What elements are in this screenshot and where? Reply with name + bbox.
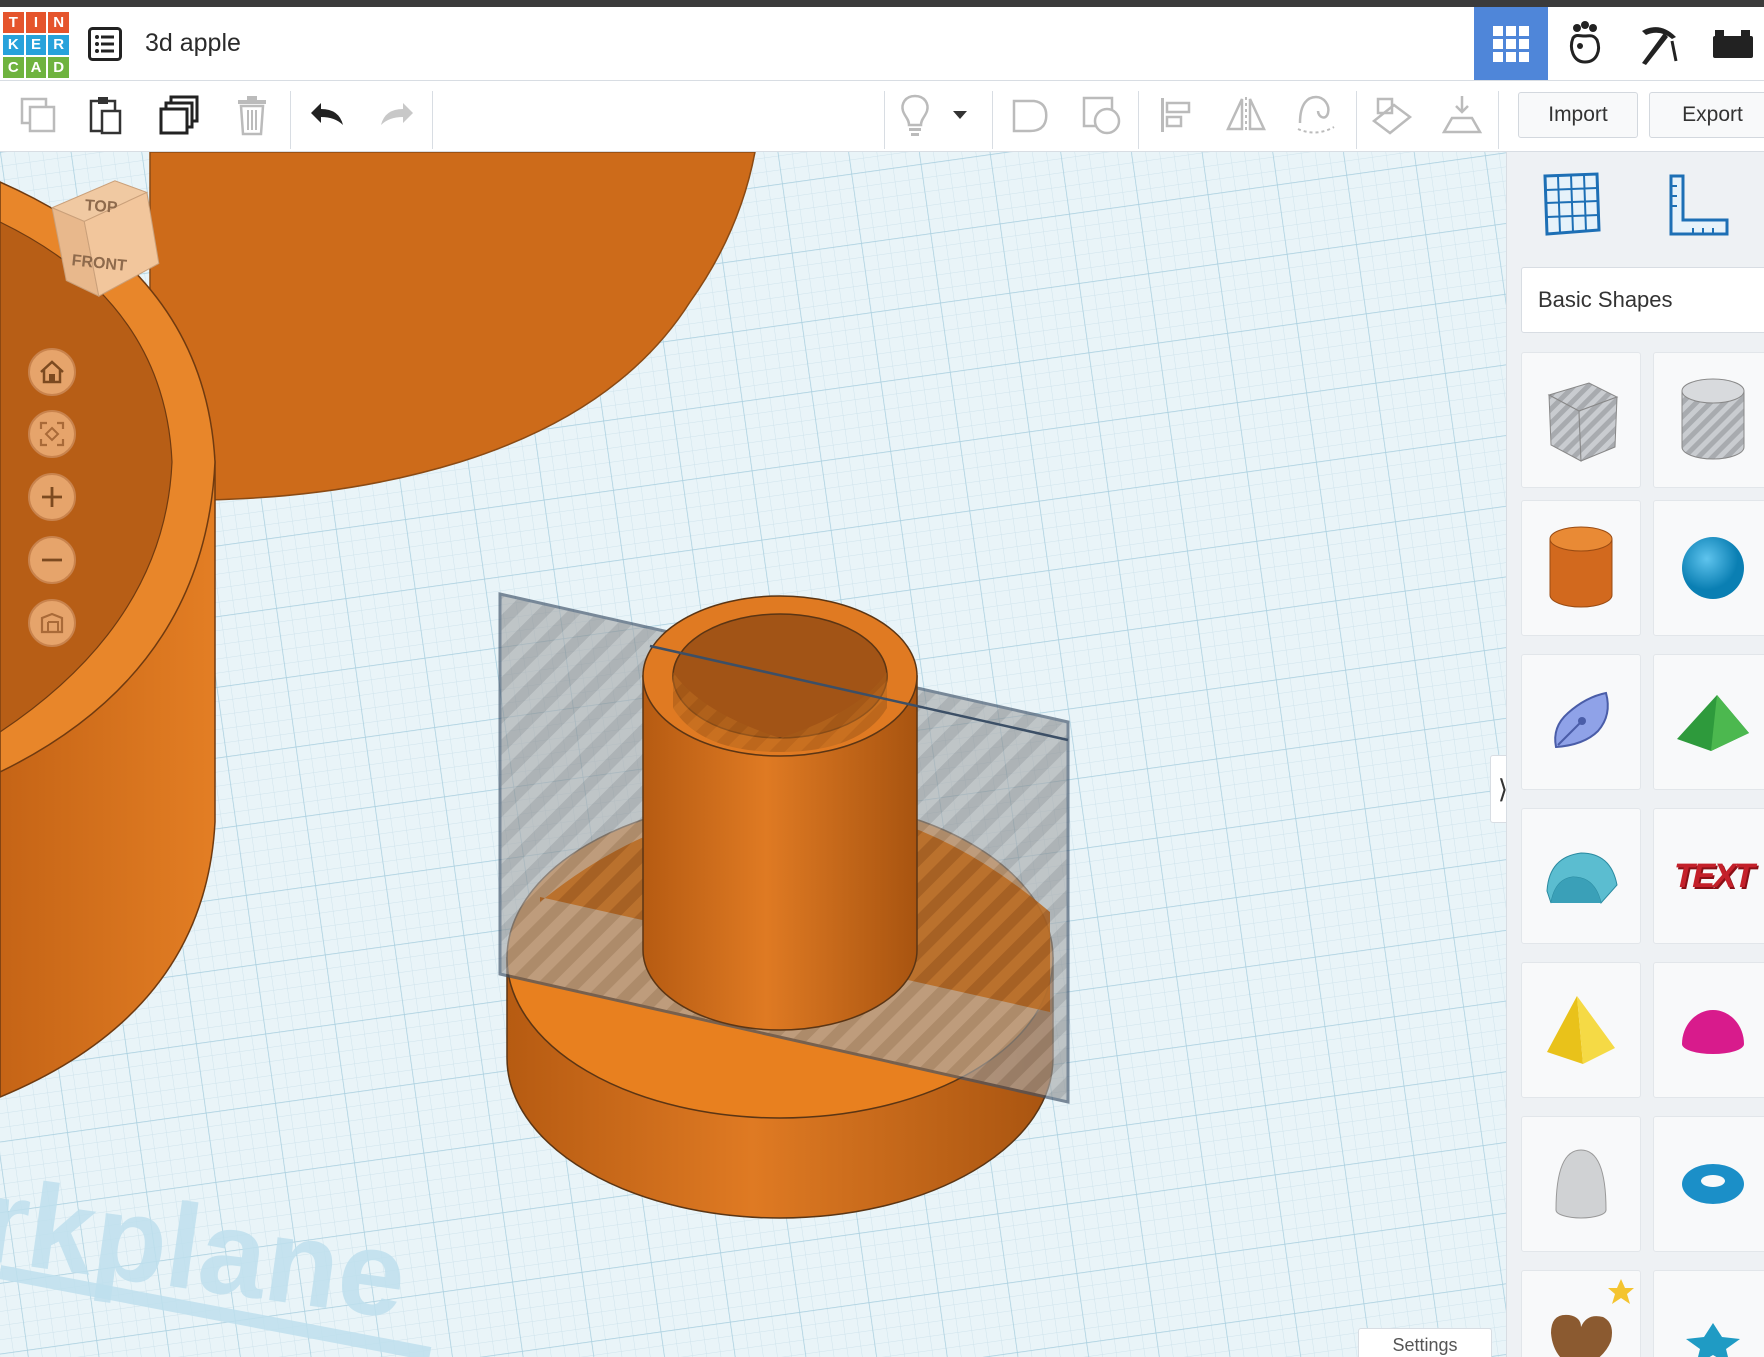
- text-shape[interactable]: TEXT: [1653, 808, 1764, 944]
- shape-category-dropdown[interactable]: Basic Shapes: [1521, 267, 1764, 333]
- logo-letter: A: [25, 57, 47, 78]
- codeblocks-icon[interactable]: [1548, 7, 1622, 80]
- edit-toolbar: Import Export: [0, 81, 1764, 152]
- workplane-canvas[interactable]: rkplane TOP FRONT ⟩: [0, 152, 1506, 1357]
- scribble-shape[interactable]: [1521, 654, 1641, 790]
- align-icon[interactable]: [1152, 91, 1200, 139]
- drop-to-workplane-icon[interactable]: [1438, 91, 1486, 139]
- pyramid-shape[interactable]: [1521, 962, 1641, 1098]
- mirror-icon[interactable]: [1222, 91, 1270, 139]
- logo-letter: K: [3, 34, 24, 56]
- text-shape-label: TEXT: [1669, 856, 1757, 895]
- fit-view-icon[interactable]: [28, 410, 76, 458]
- logo-letter: N: [48, 12, 69, 33]
- toolbar-separator: [290, 91, 291, 149]
- ortho-perspective-icon[interactable]: [28, 599, 76, 647]
- settings-button[interactable]: Settings: [1358, 1328, 1492, 1357]
- duplicate-icon[interactable]: [156, 91, 204, 139]
- view-cube-top-label: TOP: [84, 197, 118, 216]
- torus-shape[interactable]: [1653, 1116, 1764, 1252]
- logo-letter: D: [48, 57, 69, 78]
- roof-shape[interactable]: [1653, 654, 1764, 790]
- half-sphere-shape[interactable]: [1653, 962, 1764, 1098]
- solid-shape-icon[interactable]: [1006, 91, 1054, 139]
- toolbar-separator: [1356, 91, 1357, 149]
- logo-letter: C: [3, 57, 24, 78]
- window-top-strip: [0, 0, 1764, 7]
- cylinder-shape[interactable]: [1521, 500, 1641, 636]
- paste-icon[interactable]: [82, 91, 130, 139]
- document-title[interactable]: 3d apple: [145, 29, 241, 58]
- brick-lego-icon[interactable]: [1696, 7, 1764, 80]
- toolbar-separator: [992, 91, 993, 149]
- workplane-tool-icon[interactable]: [1368, 91, 1416, 139]
- group-icon[interactable]: [1292, 91, 1340, 139]
- redo-icon[interactable]: [373, 91, 421, 139]
- sphere-shape[interactable]: [1653, 500, 1764, 636]
- copy-icon[interactable]: [14, 91, 62, 139]
- app-header: T I N K E R C A D 3d apple: [0, 7, 1764, 81]
- star-badge-icon: [1606, 1277, 1636, 1307]
- shape-category-label: Basic Shapes: [1538, 287, 1673, 312]
- toolbar-separator: [1138, 91, 1139, 149]
- toolbar-separator: [432, 91, 433, 149]
- lightbulb-icon[interactable]: [891, 91, 939, 139]
- shapes-panel: Basic Shapes TEXT: [1506, 152, 1764, 1357]
- export-button[interactable]: Export: [1649, 92, 1764, 138]
- star-shape[interactable]: [1653, 1270, 1764, 1357]
- dropdown-caret-icon[interactable]: [944, 91, 976, 139]
- delete-icon[interactable]: [228, 91, 276, 139]
- heart-shape[interactable]: [1521, 1270, 1641, 1357]
- 3d-design-grid-icon[interactable]: [1474, 7, 1548, 80]
- import-button[interactable]: Import: [1518, 92, 1638, 138]
- cylinder-hole-shape[interactable]: [1653, 352, 1764, 488]
- hole-shape-icon[interactable]: [1078, 91, 1126, 139]
- home-icon[interactable]: [28, 348, 76, 396]
- tinkercad-logo[interactable]: T I N K E R C A D: [3, 12, 69, 78]
- paraboloid-shape[interactable]: [1521, 1116, 1641, 1252]
- collapse-panel-toggle[interactable]: ⟩: [1490, 755, 1506, 823]
- toolbar-separator: [1498, 91, 1499, 149]
- minecraft-pickaxe-icon[interactable]: [1622, 7, 1696, 80]
- box-hole-shape[interactable]: [1521, 352, 1641, 488]
- ruler-icon[interactable]: [1667, 174, 1731, 238]
- logo-letter: R: [48, 34, 69, 56]
- zoom-out-icon[interactable]: [28, 536, 76, 584]
- round-roof-shape[interactable]: [1521, 808, 1641, 944]
- logo-letter: T: [3, 12, 24, 33]
- zoom-in-icon[interactable]: [28, 473, 76, 521]
- undo-icon[interactable]: [303, 91, 351, 139]
- logo-letter: I: [25, 12, 47, 33]
- logo-letter: E: [25, 34, 47, 56]
- design-list-icon[interactable]: [88, 27, 122, 61]
- toolbar-separator: [884, 91, 885, 149]
- workplane-grid-icon[interactable]: [1539, 172, 1603, 236]
